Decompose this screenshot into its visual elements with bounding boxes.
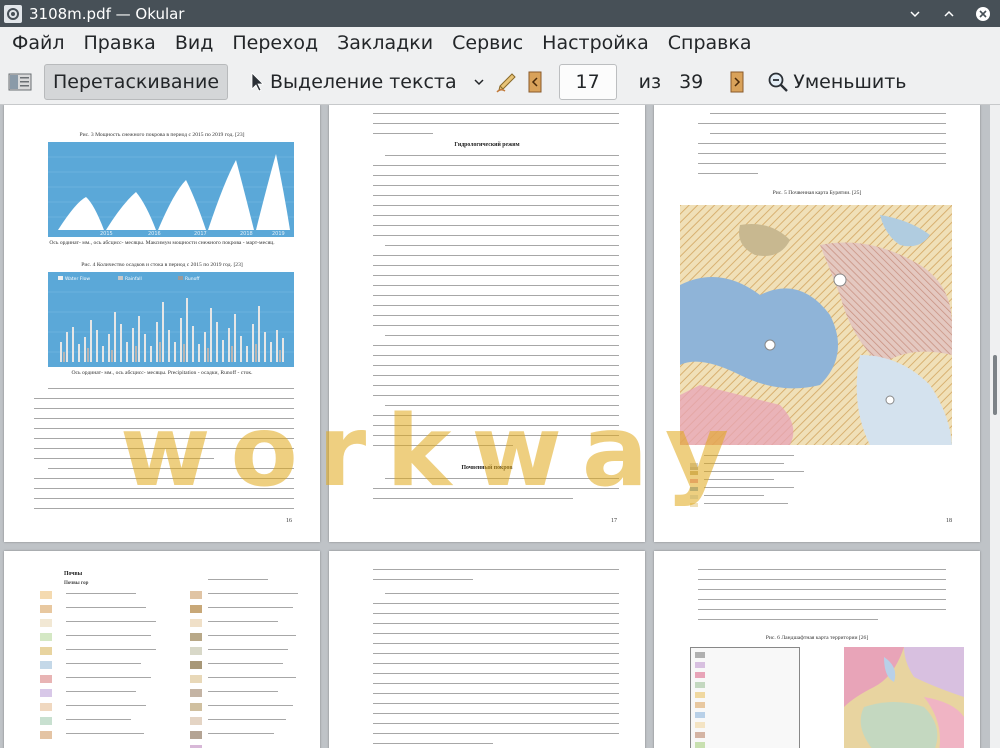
page-18: Рис. 5 Почвенная карта Бурятии. [25] 18	[654, 105, 980, 542]
soil-map-legend	[690, 455, 840, 515]
menu-help[interactable]: Справка	[660, 27, 760, 59]
main-toolbar: Перетаскивание Выделение текста 17 из 39…	[0, 59, 1000, 105]
cursor-arrow-icon	[251, 71, 264, 92]
chart-label-2016: 2016	[148, 231, 161, 237]
sidebar-toggle-icon[interactable]	[6, 68, 34, 96]
legend-runoff: Runoff	[185, 276, 200, 282]
annotation-pen-icon[interactable]	[493, 68, 521, 96]
page-number-17: 17	[611, 518, 617, 524]
page-19: Почвы Почвы гор	[4, 551, 320, 748]
page-21: Рис. 6 Ландшафтная карта территории [26]	[654, 551, 980, 748]
close-icon[interactable]	[966, 0, 1000, 27]
soil-cover-heading: Почвенный покров	[461, 465, 513, 471]
okular-app-icon[interactable]	[4, 4, 22, 23]
landscape-map-legend	[690, 647, 800, 748]
page-20	[329, 551, 645, 748]
fig5-caption: Рис. 5 Почвенная карта Бурятии. [25]	[772, 190, 862, 196]
menu-settings[interactable]: Настройка	[534, 27, 657, 59]
chart-label-2018: 2018	[240, 231, 253, 237]
scrollbar-thumb[interactable]	[993, 355, 997, 415]
page-number-18: 18	[946, 518, 952, 524]
page-number-16: 16	[286, 518, 292, 524]
fig6-caption: Рис. 6 Ландшафтная карта территории [26]	[765, 635, 869, 641]
menu-go[interactable]: Переход	[224, 27, 326, 59]
page-of-label: из	[638, 70, 662, 93]
chart-label-2019: 2019	[272, 231, 285, 237]
menu-tools[interactable]: Сервис	[444, 27, 531, 59]
legend-rainfall: Rainfall	[125, 276, 142, 282]
landscape-map	[844, 647, 964, 748]
maximize-icon[interactable]	[932, 0, 966, 27]
fig3-caption: Рис. 3 Мощность снежного покрова в перио…	[79, 132, 245, 138]
window-controls	[898, 0, 1000, 27]
window-title: 3108m.pdf — Okular	[29, 4, 185, 23]
fig4-axis-note: Ось ординат- мм., ось абсцисс- месяцы. P…	[71, 370, 253, 376]
fig3-axis-note: Ось ординат- мм., ось абсцисс- месяцы. М…	[49, 240, 275, 246]
minimize-icon[interactable]	[898, 0, 932, 27]
soil-map	[680, 205, 952, 445]
fig4-caption: Рис. 4 Количество осадков и стока в пери…	[81, 262, 243, 268]
menu-bar: Файл Правка Вид Переход Закладки Сервис …	[0, 27, 1000, 59]
precipitation-chart: Water Flow Rainfall Runoff	[48, 272, 294, 367]
zoom-out-button[interactable]: Уменьшить	[759, 64, 914, 100]
text-selection-label: Выделение текста	[270, 70, 457, 93]
page-number-input[interactable]: 17	[558, 63, 617, 100]
vertical-scrollbar[interactable]	[990, 105, 1000, 748]
title-bar: 3108m.pdf — Okular	[0, 0, 1000, 27]
menu-bookmarks[interactable]: Закладки	[329, 27, 441, 59]
menu-view[interactable]: Вид	[167, 27, 222, 59]
next-page-icon[interactable]	[723, 68, 751, 96]
document-view[interactable]: Рис. 3 Мощность снежного покрова в перио…	[0, 105, 990, 748]
page-16: Рис. 3 Мощность снежного покрова в перио…	[4, 105, 320, 542]
previous-page-icon[interactable]	[521, 68, 549, 96]
chevron-down-icon[interactable]	[465, 68, 493, 96]
soil-legend-subtitle: Почвы гор	[64, 581, 89, 586]
hydrology-heading: Гидрологический режим	[454, 142, 520, 148]
text-selection-tool-button[interactable]: Выделение текста	[242, 64, 465, 100]
legend-water-flow: Water Flow	[65, 276, 90, 282]
soil-legend-title: Почвы	[64, 571, 83, 577]
zoom-out-label: Уменьшить	[793, 70, 907, 93]
menu-edit[interactable]: Правка	[76, 27, 164, 59]
menu-file[interactable]: Файл	[4, 27, 73, 59]
zoom-out-icon	[768, 72, 789, 92]
snow-cover-chart: 2015 2016 2017 2018 2019	[48, 142, 294, 237]
total-pages-label: 39	[679, 70, 704, 93]
browse-tool-button[interactable]: Перетаскивание	[44, 63, 229, 100]
chart-label-2017: 2017	[194, 231, 207, 237]
chart-label-2015: 2015	[100, 231, 113, 237]
page-17: Гидрологический режим Почвенный покров 1…	[329, 105, 645, 542]
